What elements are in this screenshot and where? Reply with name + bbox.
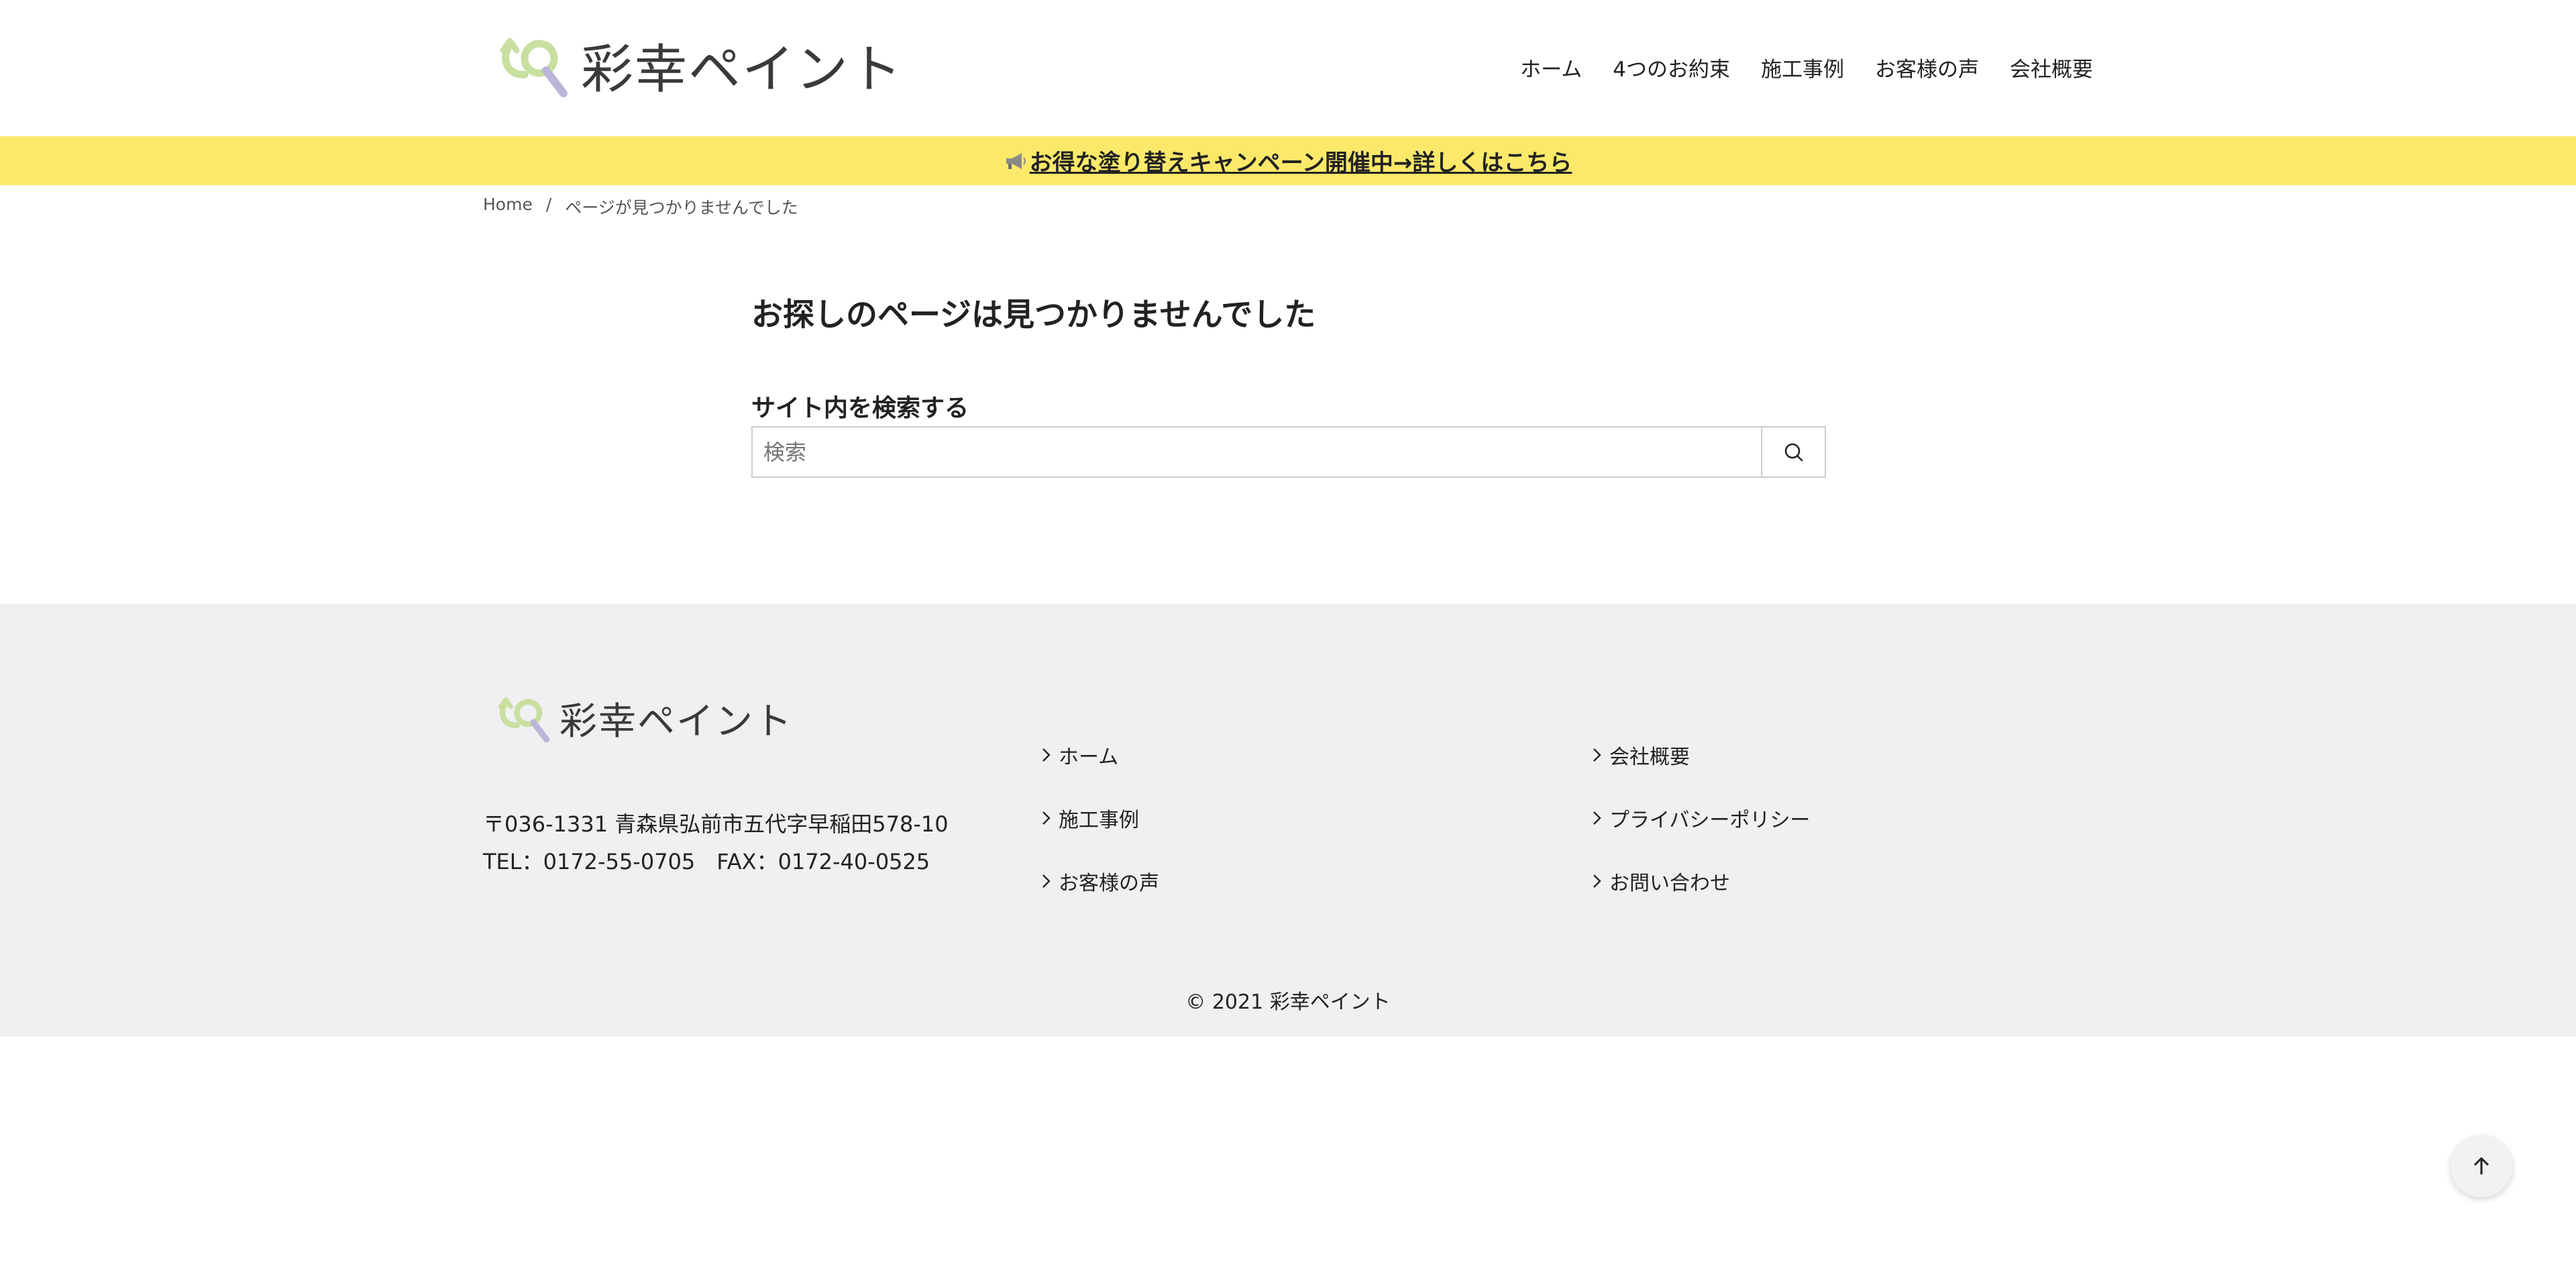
search-icon — [1784, 443, 1803, 461]
contact-line: TEL：0172-55-0705 FAX：0172-40-0525 — [483, 849, 930, 874]
footer-links-col1: ホーム 施工事例 お客様の声 — [1041, 723, 1159, 913]
footer-link-label: ホーム — [1059, 746, 1119, 769]
breadcrumb-home[interactable]: Home — [483, 195, 533, 219]
footer-logo[interactable]: 彩幸ペイント — [496, 691, 793, 745]
nav-item-home[interactable]: ホーム — [1520, 52, 1582, 83]
search-heading: サイト内を検索する — [751, 395, 969, 422]
footer-link-label: お客様の声 — [1059, 872, 1159, 895]
search-input[interactable] — [753, 427, 1761, 476]
footer-link-label: お問い合わせ — [1609, 872, 1730, 895]
nav-item-works[interactable]: 施工事例 — [1761, 52, 1844, 83]
chevron-right-icon — [1042, 748, 1051, 762]
copyright: © 2021 彩幸ペイント — [1185, 991, 1391, 1014]
breadcrumb-current: ページが見つかりませんでした — [565, 198, 798, 217]
logo-mark-icon — [498, 697, 550, 743]
chevron-right-icon — [1593, 811, 1601, 825]
company-address: 〒036-1331 青森県弘前市五代字早稲田578-10 TEL：0172-55… — [483, 805, 949, 880]
site-footer: 彩幸ペイント 〒036-1331 青森県弘前市五代字早稲田578-10 TEL：… — [0, 604, 2576, 1037]
footer-link-label: プライバシーポリシー — [1609, 809, 1811, 832]
footer-links-col2: 会社概要 プライバシーポリシー お問い合わせ — [1592, 723, 1810, 913]
footer-link-voices[interactable]: お客様の声 — [1041, 850, 1159, 913]
nav-item-promises[interactable]: 4つのお約束 — [1613, 52, 1730, 83]
chevron-right-icon — [1593, 874, 1601, 888]
footer-link-contact[interactable]: お問い合わせ — [1592, 850, 1810, 913]
site-logo[interactable]: 彩幸ペイント — [498, 28, 903, 102]
main-content: お探しのページは見つかりませんでした サイト内を検索する — [751, 289, 1826, 478]
back-to-top-button[interactable] — [2451, 1135, 2512, 1197]
footer-link-works[interactable]: 施工事例 — [1041, 787, 1159, 850]
footer-link-privacy[interactable]: プライバシーポリシー — [1592, 787, 1810, 850]
nav-item-voices[interactable]: お客様の声 — [1875, 52, 1979, 83]
campaign-link[interactable]: お得な塗り替えキャンペーン開催中→詳しくはこちら — [1004, 144, 1572, 177]
chevron-right-icon — [1593, 748, 1601, 762]
nav-item-company[interactable]: 会社概要 — [2010, 52, 2093, 83]
logo-text: 彩幸ペイント — [581, 40, 904, 100]
page-title: お探しのページは見つかりませんでした — [751, 297, 1316, 334]
breadcrumb: Home / ページが見つかりませんでした — [483, 195, 798, 219]
footer-link-label: 施工事例 — [1059, 809, 1139, 832]
campaign-text: お得な塗り替えキャンペーン開催中→詳しくはこちら — [1029, 150, 1572, 176]
main-nav: ホーム 4つのお約束 施工事例 お客様の声 会社概要 — [1520, 52, 2093, 83]
address-line: 〒036-1331 青森県弘前市五代字早稲田578-10 — [483, 811, 949, 837]
footer-link-company[interactable]: 会社概要 — [1592, 723, 1810, 787]
footer-logo-text: 彩幸ペイント — [559, 699, 793, 744]
chevron-right-icon — [1042, 874, 1051, 888]
search-button[interactable] — [1761, 427, 1825, 476]
megaphone-icon — [1006, 152, 1026, 169]
breadcrumb-separator: / — [545, 195, 552, 214]
site-header: 彩幸ペイント ホーム 4つのお約束 施工事例 お客様の声 会社概要 — [0, 0, 2576, 136]
chevron-right-icon — [1042, 811, 1051, 825]
arrow-up-icon — [2473, 1157, 2489, 1174]
footer-link-label: 会社概要 — [1609, 746, 1690, 769]
search-form — [751, 426, 1826, 478]
logo-mark-icon — [500, 38, 568, 97]
campaign-banner: お得な塗り替えキャンペーン開催中→詳しくはこちら — [0, 136, 2576, 185]
footer-link-home[interactable]: ホーム — [1041, 723, 1159, 787]
